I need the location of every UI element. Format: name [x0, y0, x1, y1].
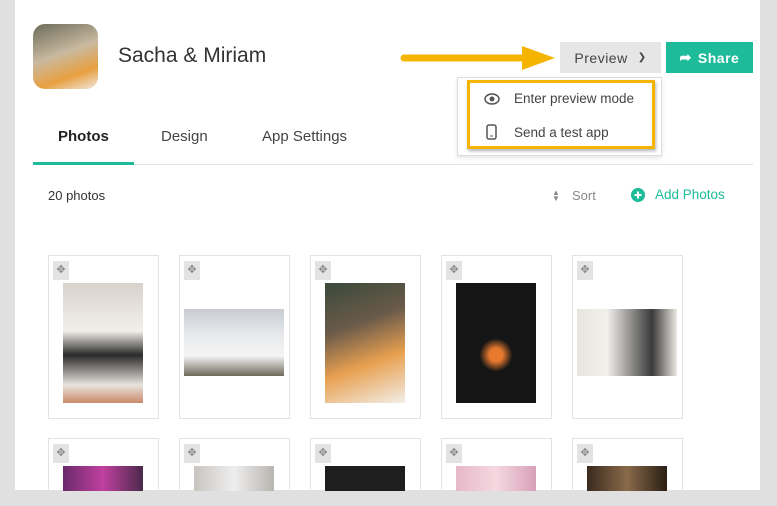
photo-tile[interactable]: ✥ — [48, 438, 159, 491]
photo-tile[interactable]: ✥ — [572, 438, 683, 491]
photo — [456, 283, 536, 403]
photo — [587, 466, 667, 491]
photo — [325, 466, 405, 491]
photo-tile[interactable]: ✥ — [310, 255, 421, 419]
annotation-arrow-icon — [400, 46, 555, 70]
menu-item-enter-preview[interactable]: Enter preview mode — [484, 91, 634, 106]
menu-item-label: Enter preview mode — [514, 91, 635, 106]
share-button[interactable]: ➦ Share — [666, 42, 753, 73]
drag-handle-icon[interactable]: ✥ — [446, 261, 462, 280]
drag-handle-icon[interactable]: ✥ — [577, 261, 593, 280]
eye-icon — [484, 92, 500, 105]
event-avatar — [33, 24, 98, 89]
add-photos-label: Add Photos — [655, 187, 725, 202]
photo-tile[interactable]: ✥ — [179, 438, 290, 491]
photo-tile[interactable]: ✥ — [310, 438, 421, 491]
photo-tile[interactable]: ✥ — [441, 438, 552, 491]
photo-tile[interactable]: ✥ — [179, 255, 290, 419]
photo-tile[interactable]: ✥ — [441, 255, 552, 419]
photo-count: 20 photos — [48, 188, 106, 203]
plus-circle-icon — [631, 187, 645, 202]
photo — [194, 466, 274, 491]
photo-tile[interactable]: ✥ — [572, 255, 683, 419]
page-title: Sacha & Miriam — [118, 44, 267, 67]
drag-handle-icon[interactable]: ✥ — [446, 444, 462, 463]
add-photos-button[interactable]: Add Photos — [631, 187, 725, 202]
drag-handle-icon[interactable]: ✥ — [315, 444, 331, 463]
tab-app-settings[interactable]: App Settings — [262, 128, 347, 145]
chevron-down-icon: ❯ — [637, 52, 647, 63]
drag-handle-icon[interactable]: ✥ — [53, 444, 69, 463]
photo — [184, 309, 284, 376]
share-icon: ➦ — [679, 49, 692, 65]
drag-handle-icon[interactable]: ✥ — [53, 261, 69, 280]
preview-button[interactable]: Preview ❯ — [560, 42, 661, 73]
drag-handle-icon[interactable]: ✥ — [315, 261, 331, 280]
sort-icon: ▲ ▼ — [552, 187, 560, 203]
photo — [456, 466, 536, 491]
sort-button[interactable]: ▲ ▼ Sort — [552, 188, 596, 203]
photo — [325, 283, 405, 403]
tab-photos[interactable]: Photos — [58, 128, 109, 145]
photo — [63, 283, 143, 403]
sort-label: Sort — [572, 188, 596, 203]
photo-tile[interactable]: ✥ — [48, 255, 159, 419]
drag-handle-icon[interactable]: ✥ — [184, 261, 200, 280]
tab-bar: Photos Design App Settings — [33, 112, 753, 165]
photo — [577, 309, 677, 376]
photo — [63, 466, 143, 491]
tab-design[interactable]: Design — [161, 128, 208, 145]
share-label: Share — [697, 49, 740, 66]
drag-handle-icon[interactable]: ✥ — [184, 444, 200, 463]
preview-label: Preview — [574, 49, 628, 66]
drag-handle-icon[interactable]: ✥ — [577, 444, 593, 463]
active-tab-indicator — [33, 162, 134, 165]
